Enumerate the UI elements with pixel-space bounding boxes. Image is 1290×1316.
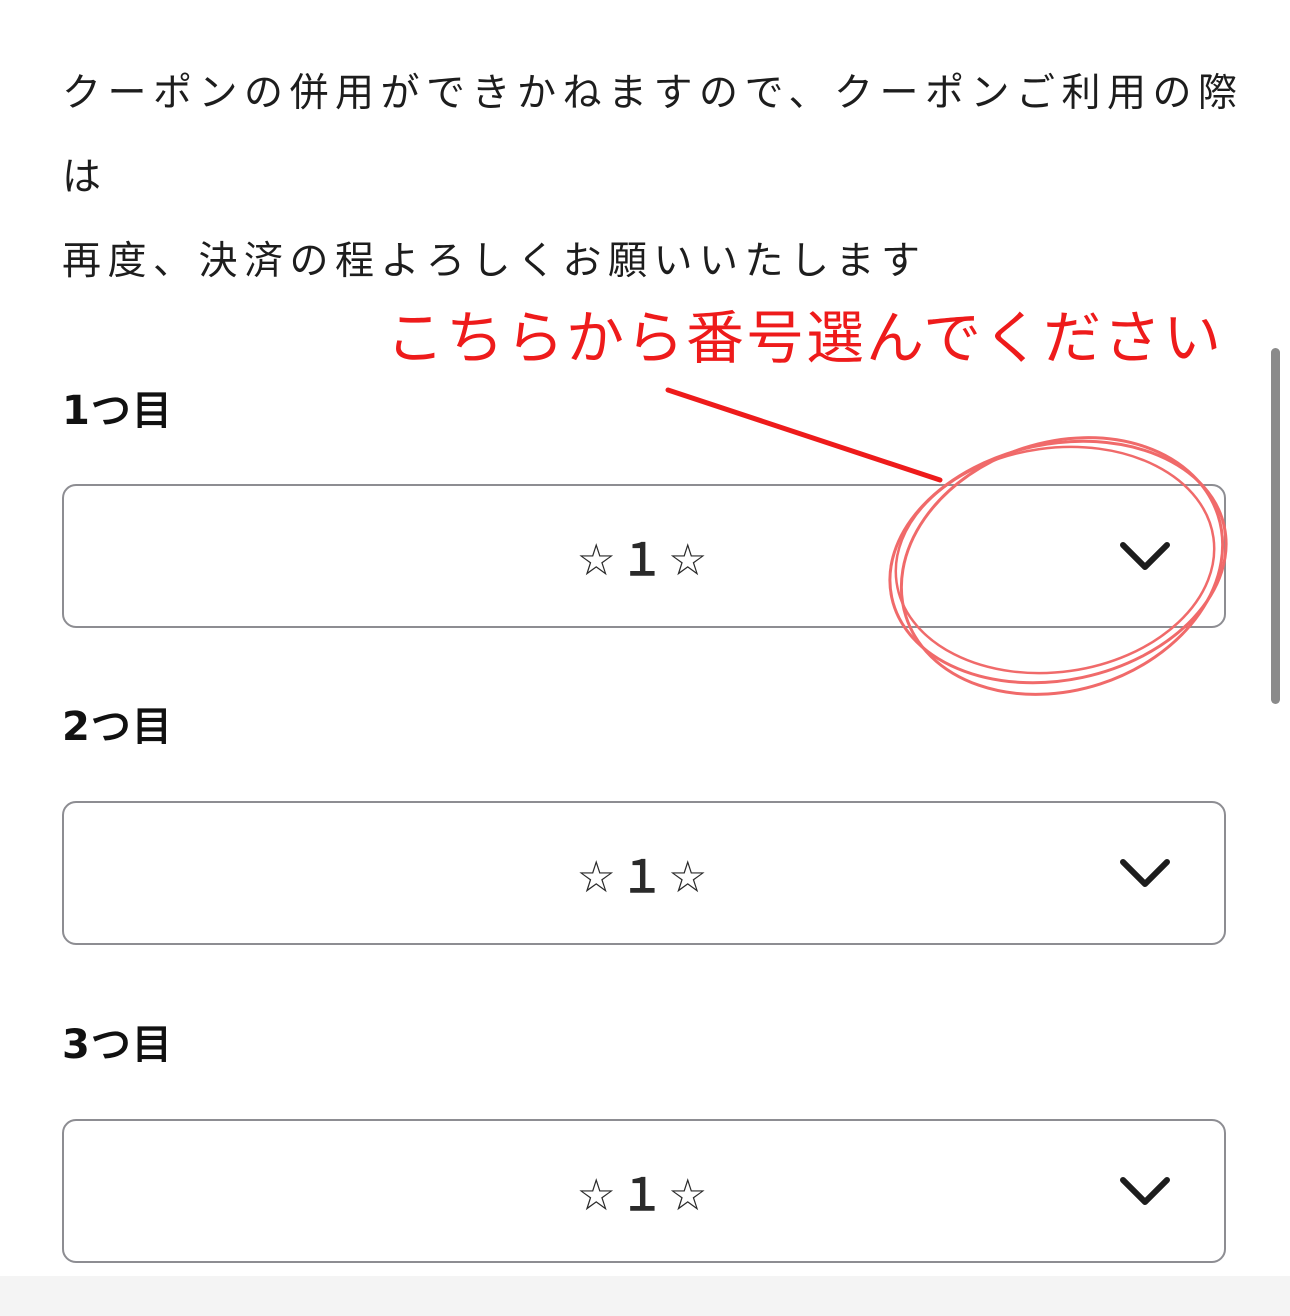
select-1-value: ☆１☆ [576, 535, 712, 586]
intro-text: クーポンの併用ができかねますので、クーポンご利用の際 は 再度、決済の程よろしく… [62, 52, 1244, 304]
intro-line-1: クーポンの併用ができかねますので、クーポンご利用の際 [62, 71, 1244, 116]
intro-line-3: 再度、決済の程よろしくお願いいたします [62, 239, 927, 284]
annotation-arrow-line [665, 387, 943, 483]
intro-line-2: は [62, 155, 108, 200]
annotation-label: こちらから番号選んでください [386, 304, 1224, 372]
bottom-bar [0, 1276, 1290, 1316]
scrollbar[interactable] [1271, 348, 1280, 704]
select-2[interactable]: ☆１☆ [62, 801, 1226, 945]
field-label-2: 2つ目 [62, 704, 173, 750]
select-1[interactable]: ☆１☆ [62, 484, 1226, 628]
chevron-down-icon [1120, 859, 1170, 887]
select-3-value: ☆１☆ [576, 1170, 712, 1221]
field-label-1: 1つ目 [62, 388, 173, 434]
chevron-down-icon [1120, 1177, 1170, 1205]
field-label-3: 3つ目 [62, 1022, 173, 1068]
select-2-value: ☆１☆ [576, 852, 712, 903]
select-3[interactable]: ☆１☆ [62, 1119, 1226, 1263]
chevron-down-icon [1120, 542, 1170, 570]
